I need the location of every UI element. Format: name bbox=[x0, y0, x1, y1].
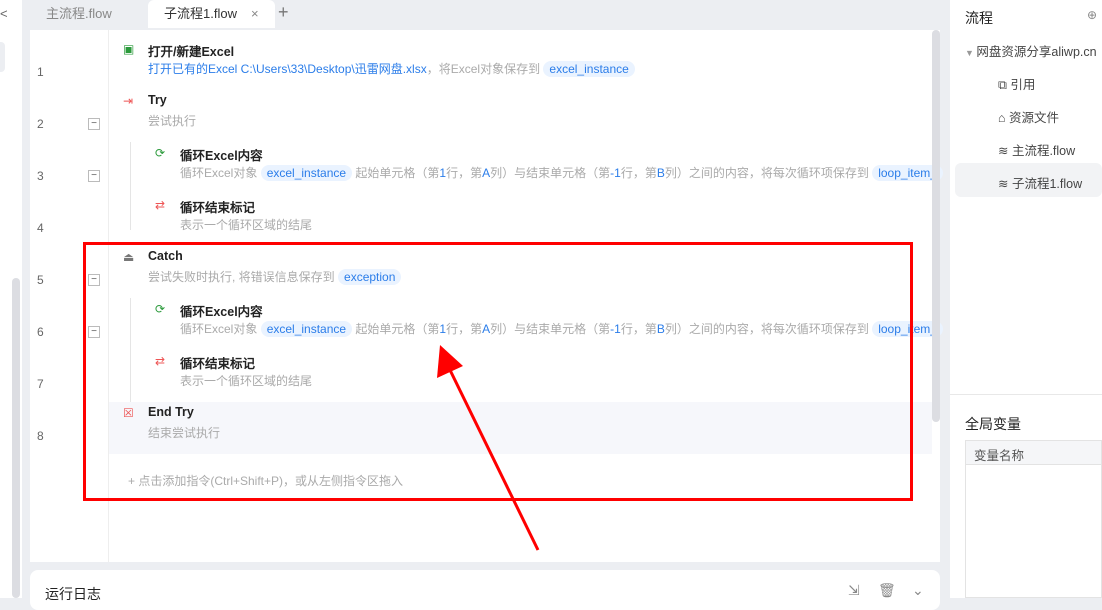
annotation-arrow bbox=[437, 345, 540, 551]
